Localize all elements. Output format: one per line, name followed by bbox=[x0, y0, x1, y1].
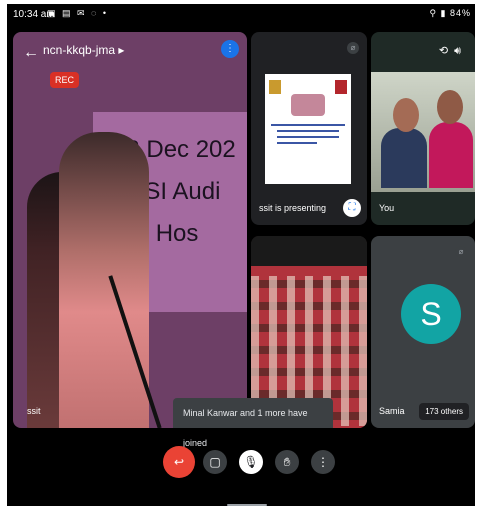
main-speaker-name: ssit bbox=[27, 406, 41, 416]
person-speaker bbox=[59, 132, 149, 428]
phone-screen: 10:34 am ▣ ▤ ✉ ◌ • ⚲ ▮ 84% 03 Dec 202 ue… bbox=[7, 4, 475, 506]
end-call-button[interactable]: ↩ bbox=[163, 446, 195, 478]
speaker-icon[interactable]: 🔊︎ bbox=[454, 45, 467, 57]
camera-switch-icon[interactable]: ⟲ bbox=[439, 45, 454, 57]
share-label: ssit is presenting bbox=[259, 203, 327, 213]
person-1-face bbox=[393, 98, 419, 132]
mic-off-icon: 🎙︎ bbox=[243, 455, 259, 469]
join-toast: Minal Kanwar and 1 more have joined bbox=[173, 398, 333, 448]
others-count-badge[interactable]: 173 others bbox=[419, 403, 469, 420]
shared-document bbox=[265, 74, 351, 184]
raise-hand-icon: ✋︎ bbox=[283, 455, 291, 469]
mic-button[interactable]: 🎙︎ bbox=[239, 450, 263, 474]
self-view-tile[interactable]: ⟲🔊︎ You bbox=[371, 32, 475, 225]
mute-icon: ⌀ bbox=[347, 42, 359, 54]
audience-wall bbox=[251, 236, 367, 270]
meeting-code[interactable]: ncn-kkqb-jma ▸ bbox=[43, 43, 124, 57]
logo-left bbox=[269, 80, 281, 94]
self-controls[interactable]: ⟲🔊︎ bbox=[439, 44, 467, 58]
samia-tile[interactable]: ⌀ S Samia 173 others bbox=[371, 236, 475, 428]
more-options-button[interactable]: ⋮ bbox=[311, 450, 335, 474]
main-speaker-tile[interactable]: 03 Dec 202 ue: RSI Audi mmand Hos ← ncn-… bbox=[13, 32, 247, 428]
present-icon[interactable]: ⛶ bbox=[343, 199, 361, 217]
presentation-tile[interactable]: ⌀ ssit is presenting ⛶ bbox=[251, 32, 367, 225]
more-icon: ⋮ bbox=[317, 455, 329, 469]
camera-button[interactable]: ▢ bbox=[203, 450, 227, 474]
you-label: You bbox=[379, 203, 395, 213]
person-2-face bbox=[437, 90, 463, 124]
status-bar: 10:34 am ▣ ▤ ✉ ◌ • ⚲ ▮ 84% bbox=[7, 4, 475, 24]
status-right: ⚲ ▮ 84% bbox=[429, 8, 471, 18]
document-image bbox=[291, 94, 325, 116]
home-indicator bbox=[227, 504, 267, 506]
logo-right bbox=[335, 80, 347, 94]
avatar: S bbox=[401, 284, 461, 344]
mute-icon: ⌀ bbox=[455, 246, 467, 258]
end-call-icon: ↩ bbox=[173, 455, 185, 469]
person-2-body bbox=[429, 122, 473, 188]
rec-badge: REC bbox=[50, 72, 80, 88]
back-icon[interactable]: ← bbox=[23, 44, 39, 62]
audio-level-icon: ⋮ bbox=[221, 40, 239, 58]
status-icons: ▣ ▤ ✉ ◌ • bbox=[47, 8, 109, 18]
participant-name: Samia bbox=[379, 406, 405, 416]
camera-icon: ▢ bbox=[209, 455, 221, 469]
person-1-body bbox=[381, 128, 427, 188]
document-text-block bbox=[271, 124, 345, 166]
raise-hand-button[interactable]: ✋︎ bbox=[275, 450, 299, 474]
